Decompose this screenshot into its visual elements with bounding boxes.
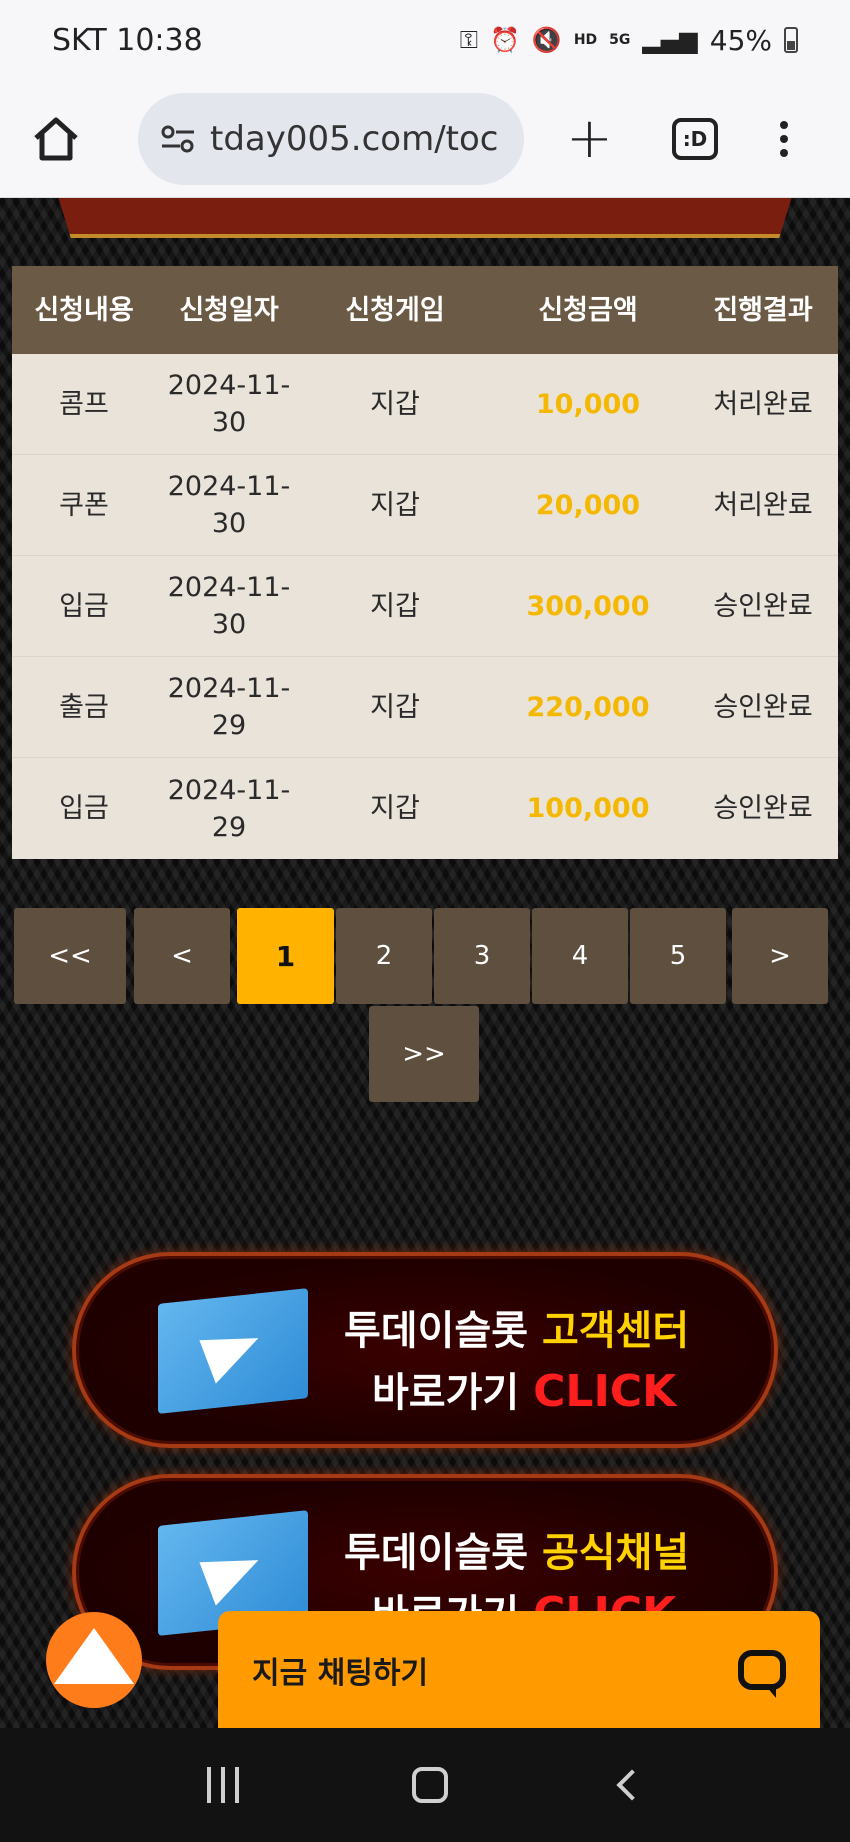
banner-line1: 투데이슬롯 공식채널 xyxy=(344,1520,689,1578)
more-icon-dot xyxy=(780,148,788,157)
mute-icon: 🔇 xyxy=(531,26,562,54)
page-button-3[interactable]: 3 xyxy=(434,908,530,1004)
address-bar[interactable]: tday005.com/toc xyxy=(138,92,524,185)
header-result: 진행결과 xyxy=(713,294,813,326)
table-header: 신청내용 신청일자 신청게임 신청금액 진행결과 xyxy=(12,266,838,354)
table-row: 입금 2024-11- 29 지갑 100,000 승인완료 xyxy=(12,758,838,859)
banner-line2: 바로가기 CLICK xyxy=(372,1360,676,1418)
cell-date: 2024-11- 29 xyxy=(167,774,291,843)
header-date: 신청일자 xyxy=(179,294,279,326)
cell-amount: 20,000 xyxy=(535,489,641,521)
back-button[interactable] xyxy=(616,1769,648,1801)
system-nav-bar xyxy=(0,1728,850,1842)
banner-highlight: 고객센터 xyxy=(541,1308,690,1354)
more-icon xyxy=(780,120,788,129)
cell-game: 지갑 xyxy=(370,691,420,723)
banner-line1: 투데이슬롯 고객센터 xyxy=(344,1298,689,1356)
status-icons: ⚿ ⏰ 🔇 HD 5G ▂▄▆ xyxy=(460,26,698,54)
page-button-1[interactable]: 1 xyxy=(237,908,334,1004)
banner-highlight: 공식채널 xyxy=(541,1530,690,1576)
battery-percent: 45% xyxy=(709,23,772,57)
cell-date: 2024-11- 30 xyxy=(167,370,291,438)
table-row: 쿠폰 2024-11- 30 지갑 20,000 처리완료 xyxy=(12,455,838,556)
page-button-5[interactable]: 5 xyxy=(630,908,726,1004)
browser-toolbar: tday005.com/toc + :D xyxy=(0,80,850,198)
chat-now-button[interactable]: 지금 채팅하기 xyxy=(218,1611,820,1728)
alarm-icon: ⏰ xyxy=(490,26,520,54)
chat-bubble-icon xyxy=(738,1649,786,1698)
banner-go-label: 바로가기 xyxy=(372,1370,534,1416)
prev-page-button[interactable]: < xyxy=(134,908,230,1004)
more-icon-dot xyxy=(780,134,788,143)
scroll-top-button[interactable] xyxy=(46,1612,142,1708)
first-page-button[interactable]: << xyxy=(14,908,126,1004)
cell-result: 승인완료 xyxy=(713,691,813,723)
banner-prefix: 투데이슬롯 xyxy=(344,1308,542,1354)
banner-prefix: 투데이슬롯 xyxy=(344,1530,542,1576)
system-home-button[interactable] xyxy=(411,1767,448,1803)
home-button[interactable] xyxy=(28,111,84,167)
hd-voice-icon: HD xyxy=(573,32,598,48)
cell-game: 지갑 xyxy=(370,388,420,420)
cell-amount: 300,000 xyxy=(526,590,650,622)
table-body: 콤프 2024-11- 30 지갑 10,000 처리완료 쿠폰 2024-11… xyxy=(12,354,838,859)
title-banner-edge xyxy=(40,198,810,238)
key-icon: ⚿ xyxy=(459,26,479,54)
page-content: 신청내용 신청일자 신청게임 신청금액 진행결과 콤프 2024-11- 30 … xyxy=(0,198,850,1728)
cell-date: 2024-11- 30 xyxy=(167,572,291,640)
recent-apps-icon-bar xyxy=(234,1767,239,1803)
cell-amount: 100,000 xyxy=(526,793,650,824)
cell-type: 출금 xyxy=(59,691,109,723)
telegram-icon xyxy=(158,1288,308,1414)
signal-icon: ▂▄▆ xyxy=(642,26,698,54)
paper-plane-icon xyxy=(199,1538,267,1606)
browser-menu-button[interactable] xyxy=(780,120,788,157)
status-bar: SKT 10:38 ⚿ ⏰ 🔇 HD 5G ▂▄▆ 45% xyxy=(0,0,850,80)
recent-apps-icon-bar xyxy=(220,1767,225,1803)
5g-icon: 5G xyxy=(609,32,631,48)
tab-switcher-button[interactable]: :D xyxy=(672,117,718,160)
table-row: 출금 2024-11- 29 지갑 220,000 승인완료 xyxy=(12,657,838,758)
cell-date: 2024-11- 29 xyxy=(167,673,291,741)
cell-type: 입금 xyxy=(59,590,109,622)
cell-result: 처리완료 xyxy=(713,489,813,521)
cell-amount: 220,000 xyxy=(526,691,650,723)
carrier-time: SKT 10:38 xyxy=(52,22,203,58)
plus-icon: + xyxy=(566,106,613,171)
cell-date: 2024-11- 30 xyxy=(167,471,291,539)
paper-plane-icon xyxy=(199,1316,267,1384)
cell-type: 입금 xyxy=(59,793,109,824)
table-row: 입금 2024-11- 30 지갑 300,000 승인완료 xyxy=(12,556,838,657)
cell-result: 승인완료 xyxy=(713,793,813,824)
history-table: 신청내용 신청일자 신청게임 신청금액 진행결과 콤프 2024-11- 30 … xyxy=(12,266,838,859)
last-page-button[interactable]: >> xyxy=(369,1006,479,1102)
page-button-4[interactable]: 4 xyxy=(532,908,628,1004)
recent-apps-button[interactable] xyxy=(206,1767,239,1803)
battery-icon xyxy=(784,27,798,53)
status-right: ⚿ ⏰ 🔇 HD 5G ▂▄▆ 45% xyxy=(460,24,798,57)
chat-label: 지금 채팅하기 xyxy=(252,1655,429,1691)
cell-game: 지갑 xyxy=(370,590,420,622)
cell-game: 지갑 xyxy=(370,793,420,824)
new-tab-button[interactable]: + xyxy=(566,106,613,171)
header-type: 신청내용 xyxy=(34,294,134,326)
header-amount: 신청금액 xyxy=(538,294,638,326)
next-page-button[interactable]: > xyxy=(732,908,828,1004)
cell-type: 콤프 xyxy=(59,388,109,420)
cell-amount: 10,000 xyxy=(535,388,641,420)
cell-game: 지갑 xyxy=(370,489,420,521)
url-text: tday005.com/toc xyxy=(210,118,499,159)
recent-apps-icon xyxy=(206,1767,211,1803)
cell-result: 처리완료 xyxy=(713,388,813,420)
home-icon xyxy=(34,117,78,160)
cell-result: 승인완료 xyxy=(713,590,813,622)
header-game: 신청게임 xyxy=(345,294,445,326)
banner-click-label: CLICK xyxy=(533,1366,677,1417)
cell-type: 쿠폰 xyxy=(59,489,109,521)
site-settings-icon xyxy=(161,125,194,152)
arrow-up-icon xyxy=(54,1628,134,1684)
telegram-support-banner[interactable]: 투데이슬롯 고객센터 바로가기 CLICK xyxy=(72,1252,778,1448)
table-row: 콤프 2024-11- 30 지갑 10,000 처리완료 xyxy=(12,354,838,455)
page-button-2[interactable]: 2 xyxy=(336,908,432,1004)
